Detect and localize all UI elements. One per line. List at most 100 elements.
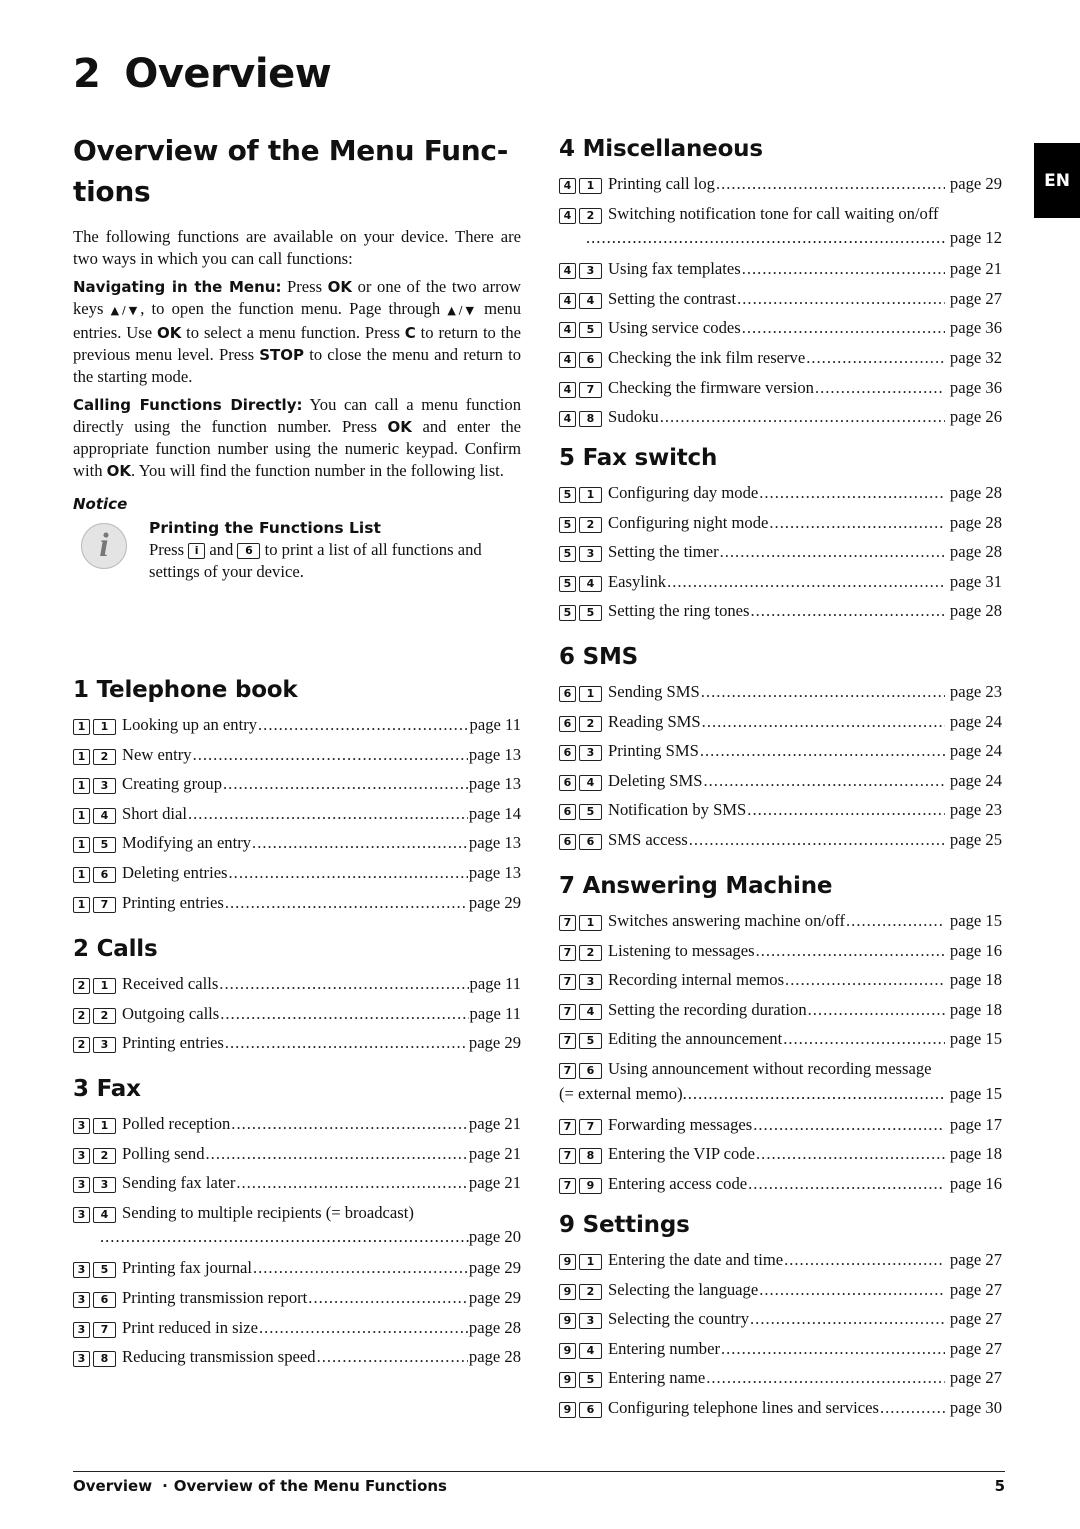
list-item: 79 Entering access code page 16 — [559, 1169, 1002, 1199]
key-icon: 3 — [73, 1206, 90, 1223]
footer-chapter: Overview — [73, 1477, 153, 1495]
entry-page: page 30 — [949, 1397, 1002, 1417]
entry-page: page 15 — [949, 1029, 1002, 1049]
key-icon: 3 — [93, 1037, 116, 1054]
text: Press — [149, 540, 189, 559]
list-item: 44 Setting the contrast page 27 — [559, 284, 1002, 314]
list-item: 47 Checking the firmware version page 36 — [559, 373, 1002, 403]
entry-page: page 18 — [949, 970, 1002, 990]
leader-dots — [769, 508, 945, 538]
key-icon: 1 — [73, 866, 90, 883]
key-icon: 7 — [559, 1118, 576, 1135]
entry-page: page 26 — [949, 407, 1002, 427]
key-icon: 7 — [559, 1033, 576, 1050]
key-icon: 4 — [559, 292, 576, 309]
function-keys: 66 — [559, 833, 602, 850]
key-icon: 1 — [93, 1118, 116, 1134]
key-icon: 1 — [579, 686, 602, 702]
key-icon: 3 — [93, 778, 116, 795]
key-icon: 7 — [559, 974, 576, 991]
entry-page: page 17 — [949, 1114, 1002, 1134]
key-icon: 5 — [579, 1372, 602, 1389]
function-keys: 64 — [559, 774, 602, 791]
function-keys: 31 — [73, 1118, 116, 1134]
key-icon: 5 — [559, 546, 576, 563]
text: to select a menu function. Press — [181, 323, 405, 342]
key-i: i — [188, 543, 206, 559]
entry-page: page 20 — [468, 1227, 521, 1247]
list-item: 23 Printing entries page 29 — [73, 1028, 521, 1058]
key-icon: 2 — [579, 207, 602, 224]
key-icon: 2 — [93, 1147, 116, 1164]
function-keys: 73 — [559, 974, 602, 991]
key-icon: 1 — [73, 837, 90, 854]
leader-dots — [750, 1304, 945, 1334]
leader-dots — [206, 1139, 468, 1169]
list-item: 93 Selecting the country page 27 — [559, 1304, 1002, 1334]
list-item: 91 Entering the date and time page 27 — [559, 1245, 1002, 1275]
leader-dots — [188, 799, 468, 829]
calling-paragraph: Calling Functions Directly: You can call… — [73, 394, 521, 482]
entry-page: page 18 — [949, 1144, 1002, 1164]
entry-page: page 29 — [468, 1287, 521, 1307]
list-item: 54 Easylink page 31 — [559, 567, 1002, 597]
list-item: 73 Recording internal memos page 18 — [559, 965, 1002, 995]
calling-label: Calling Functions Directly: — [73, 396, 303, 414]
entry-label-continued: (= external memo) — [559, 1083, 683, 1103]
entry-page: page 27 — [949, 1309, 1002, 1329]
list-item: 38 Reducing transmission speed page 28 — [73, 1342, 521, 1372]
key-icon: 2 — [93, 1007, 116, 1024]
entry-page: page 32 — [949, 347, 1002, 367]
leader-dots — [667, 567, 945, 597]
key-icon: 9 — [559, 1342, 576, 1359]
entry-label: Selecting the language — [608, 1279, 759, 1299]
key-icon: 4 — [579, 292, 602, 309]
key-6: 6 — [237, 543, 261, 559]
entry-label: Checking the firmware version — [608, 377, 814, 397]
entry-label: Editing the announcement — [608, 1029, 783, 1049]
list-item: 48 Sudoku page 26 — [559, 402, 1002, 432]
key-icon: 3 — [73, 1321, 90, 1338]
key-icon: 3 — [73, 1291, 90, 1308]
entry-page: page 36 — [949, 377, 1002, 397]
leader-dots — [229, 858, 468, 888]
list-item: 15 Modifying an entry page 13 — [73, 828, 521, 858]
leader-dots — [759, 1275, 945, 1305]
entry-page: page 29 — [949, 174, 1002, 193]
key-icon: 7 — [559, 944, 576, 961]
entry-label: Entering the VIP code — [608, 1144, 756, 1164]
key-icon: 8 — [93, 1351, 116, 1368]
text: . You will find the function number in t… — [131, 461, 504, 480]
leader-dots — [751, 596, 945, 626]
key-icon: 2 — [579, 516, 602, 533]
list-item: 43 Using fax templates page 21 — [559, 254, 1002, 284]
entry-page: page 29 — [468, 1258, 521, 1278]
entry-label: Using service codes — [608, 318, 741, 338]
leader-dots — [756, 936, 945, 966]
key-icon: 5 — [559, 487, 576, 503]
entry-label: Deleting entries — [122, 862, 228, 882]
key-icon: 2 — [73, 1037, 90, 1054]
function-keys: 13 — [73, 778, 116, 795]
navigating-paragraph: Navigating in the Menu: Press OK or one … — [73, 276, 521, 388]
leader-dots — [225, 888, 468, 918]
leader-dots — [317, 1342, 468, 1372]
key-icon: 1 — [93, 978, 116, 994]
entry-label: Listening to messages — [608, 940, 755, 960]
function-keys: 38 — [73, 1351, 116, 1368]
key-icon: 9 — [559, 1254, 576, 1270]
entry-label: Reducing transmission speed — [122, 1347, 316, 1367]
function-keys: 41 — [559, 178, 602, 194]
chapter-name: Overview — [124, 51, 332, 97]
function-keys: 75 — [559, 1033, 602, 1050]
key-icon: 4 — [559, 322, 576, 339]
key-icon: 6 — [579, 833, 602, 850]
leader-dots — [259, 1313, 468, 1343]
key-icon: 4 — [559, 411, 576, 428]
entry-page: page 28 — [949, 512, 1002, 532]
list-item: 92 Selecting the language page 27 — [559, 1275, 1002, 1305]
section-title: 6 SMS — [559, 644, 639, 670]
entry-page: page 16 — [949, 940, 1002, 960]
entry-page: page 21 — [949, 259, 1002, 279]
key-icon: 9 — [579, 1177, 602, 1194]
